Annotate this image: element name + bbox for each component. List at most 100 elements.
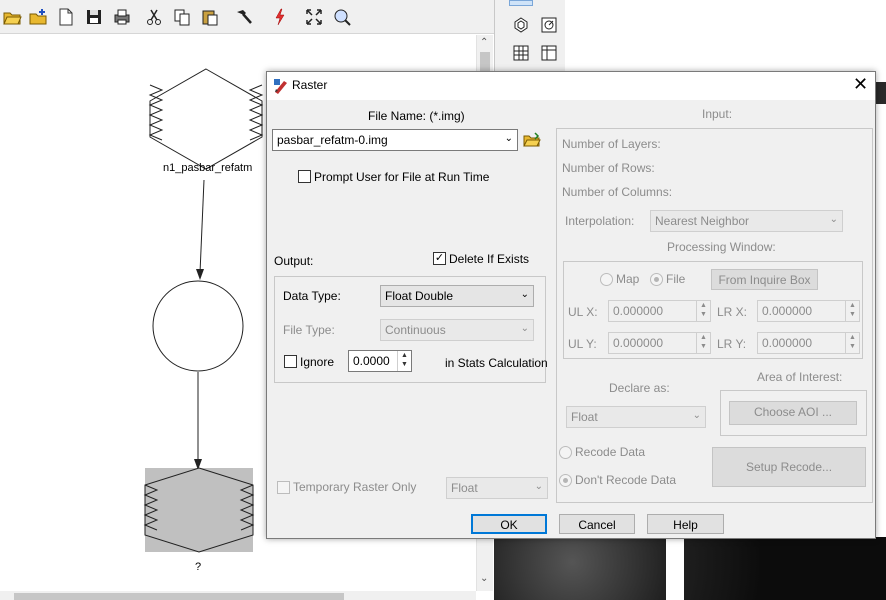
open-folder-icon[interactable]	[2, 7, 22, 27]
copy-icon[interactable]	[172, 7, 192, 27]
edge-strip	[876, 82, 886, 104]
declare-value: Float	[571, 410, 598, 424]
ignore-checkbox[interactable]	[284, 355, 297, 368]
file-type-select[interactable]: Continuous ⌄	[380, 319, 534, 341]
help-button[interactable]: Help	[647, 514, 724, 534]
browse-folder-icon[interactable]	[523, 131, 541, 149]
ignore-value-input[interactable]: 0.0000 ▲ ▼	[348, 350, 412, 372]
zoom-icon[interactable]	[332, 7, 352, 27]
recode-radio[interactable]	[559, 446, 572, 459]
chevron-down-icon: ⌄	[692, 410, 701, 421]
paste-icon[interactable]	[200, 7, 220, 27]
num-layers-label: Number of Layers:	[562, 137, 661, 151]
print-icon[interactable]	[112, 7, 132, 27]
image-gap	[666, 537, 684, 600]
raster-app-icon	[274, 79, 287, 94]
declare-select[interactable]: Float ⌄	[566, 406, 706, 428]
map-radio[interactable]	[600, 273, 613, 286]
chevron-down-icon: ⌄	[534, 481, 543, 492]
lightning-icon[interactable]	[270, 7, 290, 27]
no-recode-radio[interactable]	[559, 474, 572, 487]
lrx-spinner[interactable]: ▲ ▼	[845, 301, 859, 321]
scroll-down-icon[interactable]: ⌄	[480, 573, 488, 584]
data-type-value: Float Double	[385, 289, 454, 303]
new-file-icon[interactable]	[56, 7, 76, 27]
table-icon[interactable]	[540, 44, 558, 62]
connector-1	[199, 179, 205, 274]
interpolation-value: Nearest Neighbor	[655, 214, 750, 228]
interpolation-label: Interpolation:	[565, 214, 635, 228]
new-folder-icon[interactable]	[28, 7, 48, 27]
function-node[interactable]	[152, 280, 244, 372]
hammer-icon[interactable]	[234, 7, 254, 27]
aoi-label: Area of Interest:	[757, 370, 843, 384]
cut-icon[interactable]	[144, 7, 164, 27]
chevron-down-icon: ⌄	[520, 289, 529, 300]
ignore-value: 0.0000	[353, 354, 390, 368]
file-radio[interactable]	[650, 273, 663, 286]
data-type-select[interactable]: Float Double ⌄	[380, 285, 534, 307]
lrx-input[interactable]: 0.000000 ▲ ▼	[757, 300, 860, 322]
filename-label: File Name: (*.img)	[368, 109, 465, 123]
num-cols-label: Number of Columns:	[562, 185, 673, 199]
chevron-down-icon: ⌄	[829, 214, 838, 225]
lrx-value: 0.000000	[762, 304, 813, 318]
stats-label: in Stats Calculation	[445, 356, 548, 370]
grid-icon[interactable]	[512, 44, 530, 62]
ulx-input[interactable]: 0.000000 ▲ ▼	[608, 300, 711, 322]
ok-button[interactable]: OK	[471, 514, 547, 534]
ignore-spinner[interactable]: ▲ ▼	[397, 351, 411, 371]
temporary-type-value: Float	[451, 481, 478, 495]
output-label: Output:	[274, 254, 314, 268]
node3-label: ?	[195, 561, 202, 573]
filename-combo[interactable]: pasbar_refatm-0.img ⌄	[272, 129, 518, 151]
input-label: Input:	[702, 107, 733, 121]
selected-tool[interactable]	[509, 0, 533, 6]
uly-input[interactable]: 0.000000 ▲ ▼	[608, 332, 711, 354]
image-preview	[494, 537, 886, 600]
horizontal-scroll-thumb[interactable]	[14, 593, 344, 600]
map-label: Map	[616, 272, 640, 286]
lrx-label: LR X:	[717, 305, 748, 319]
interpolation-select[interactable]: Nearest Neighbor ⌄	[650, 210, 843, 232]
prompt-checkbox[interactable]	[298, 170, 311, 183]
data-type-label: Data Type:	[283, 289, 341, 303]
chart-icon[interactable]	[540, 16, 558, 34]
file-label: File	[666, 272, 686, 286]
save-icon[interactable]	[84, 7, 104, 27]
raster-node-output[interactable]	[143, 467, 255, 553]
file-type-value: Continuous	[385, 323, 446, 337]
uly-value: 0.000000	[613, 336, 664, 350]
processing-window-label: Processing Window:	[667, 240, 776, 254]
stack-icon[interactable]	[512, 16, 530, 34]
ulx-value: 0.000000	[613, 304, 664, 318]
ulx-spinner[interactable]: ▲ ▼	[696, 301, 710, 321]
dialog-title: Raster	[292, 78, 328, 92]
delete-checkbox[interactable]: ✓	[433, 252, 446, 265]
zoom-fit-icon[interactable]	[304, 7, 324, 27]
inquire-box-button[interactable]: From Inquire Box	[711, 269, 818, 290]
lry-value: 0.000000	[762, 336, 813, 350]
scroll-up-icon[interactable]: ⌃	[480, 37, 488, 48]
arrowhead-1	[196, 269, 204, 280]
choose-aoi-button[interactable]: Choose AOI ...	[729, 401, 857, 425]
uly-label: UL Y:	[568, 337, 597, 351]
close-icon[interactable]: ✕	[853, 74, 868, 94]
lry-label: LR Y:	[717, 337, 747, 351]
setup-recode-button[interactable]: Setup Recode...	[712, 447, 866, 487]
raster-node-1[interactable]	[148, 68, 264, 170]
temporary-checkbox[interactable]	[277, 481, 290, 494]
lry-spinner[interactable]: ▲ ▼	[845, 333, 859, 353]
toolbar	[0, 0, 494, 34]
no-recode-label: Don't Recode Data	[575, 473, 677, 487]
title-bar: Raster ✕	[267, 72, 875, 100]
temporary-label: Temporary Raster Only	[293, 480, 417, 494]
temporary-type-select[interactable]: Float ⌄	[446, 477, 548, 499]
recode-label: Recode Data	[575, 445, 646, 459]
num-rows-label: Number of Rows:	[562, 161, 655, 175]
lry-input[interactable]: 0.000000 ▲ ▼	[757, 332, 860, 354]
uly-spinner[interactable]: ▲ ▼	[696, 333, 710, 353]
delete-label: Delete If Exists	[449, 252, 530, 266]
raster-dialog: Raster ✕ File Name: (*.img) pasbar_refat…	[266, 71, 876, 539]
cancel-button[interactable]: Cancel	[559, 514, 635, 534]
